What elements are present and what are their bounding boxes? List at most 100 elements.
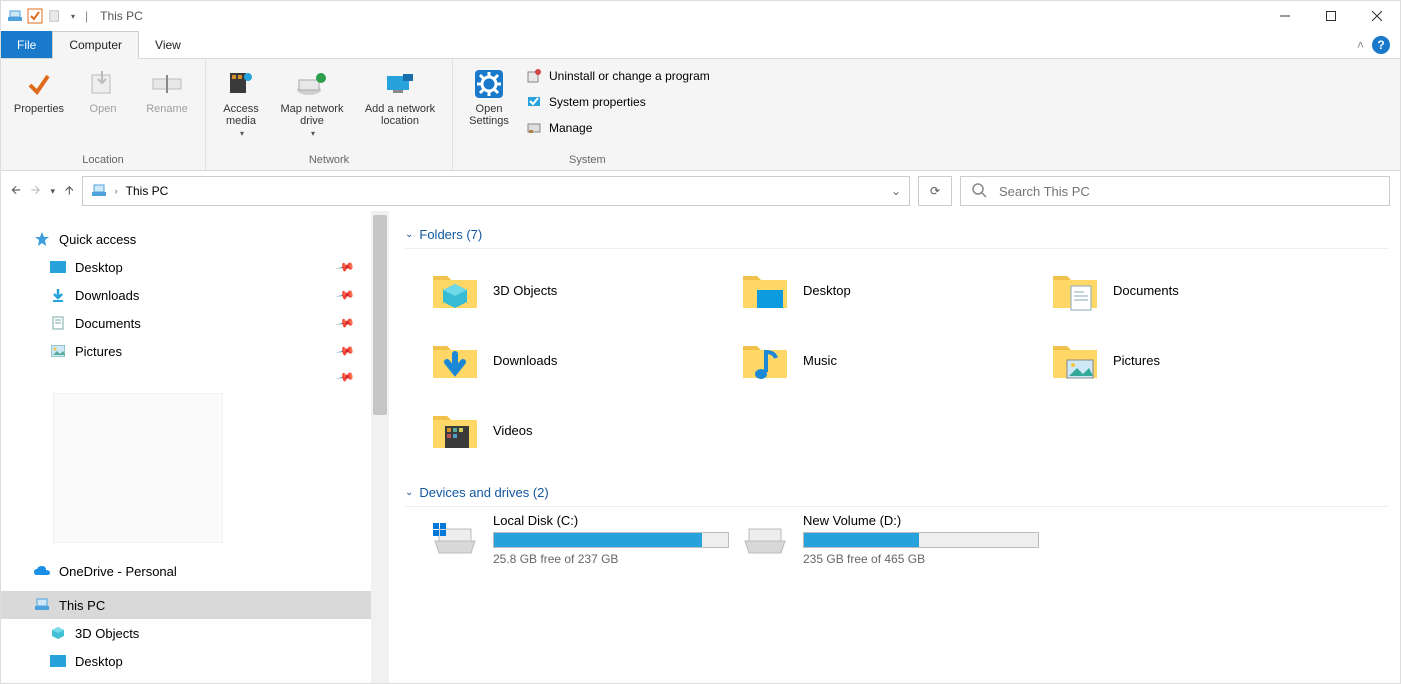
- nav-desktop[interactable]: Desktop 📌: [25, 253, 381, 281]
- uninstall-program-button[interactable]: Uninstall or change a program: [521, 65, 714, 87]
- rename-button[interactable]: Rename: [137, 63, 197, 152]
- folder-music[interactable]: Music: [741, 325, 1051, 395]
- folder-desktop[interactable]: Desktop: [741, 255, 1051, 325]
- app-icon: [7, 8, 23, 24]
- body: Quick access Desktop 📌 Downloads 📌 Docum…: [1, 211, 1400, 683]
- drive-c[interactable]: Local Disk (C:) 25.8 GB free of 237 GB: [431, 513, 741, 566]
- folder-icon-desktop: [741, 266, 789, 314]
- system-properties-button[interactable]: System properties: [521, 91, 714, 113]
- pin-icon: 📌: [335, 257, 355, 277]
- folder-3d-objects[interactable]: 3D Objects: [431, 255, 741, 325]
- chevron-down-icon: ⌄: [405, 229, 413, 240]
- search-box[interactable]: [960, 176, 1390, 206]
- addr-dropdown-icon[interactable]: ⌄: [891, 184, 901, 198]
- manage-button[interactable]: Manage: [521, 117, 714, 139]
- onedrive-icon: [33, 563, 51, 579]
- tab-computer[interactable]: Computer: [52, 31, 139, 59]
- folder-icon-downloads: [431, 336, 479, 384]
- section-folders[interactable]: ⌄ Folders (7): [405, 221, 1388, 249]
- section-drives[interactable]: ⌄ Devices and drives (2): [405, 479, 1388, 507]
- folder-videos[interactable]: Videos: [431, 395, 741, 465]
- folder-icon-pictures: [1051, 336, 1099, 384]
- settings-gear-icon: [472, 67, 506, 101]
- nav-downloads[interactable]: Downloads 📌: [25, 281, 381, 309]
- map-network-drive-button[interactable]: Map network drive▾: [272, 63, 352, 152]
- pc-icon: [33, 597, 51, 613]
- maximize-button[interactable]: [1308, 1, 1354, 31]
- pin-icon: 📌: [335, 367, 355, 387]
- qat-properties-icon[interactable]: [27, 8, 43, 24]
- folder-icon-videos: [431, 406, 479, 454]
- nav-row: 🡨 🡪 ▾ 🡩 › This PC ⌄ ⟳: [1, 171, 1400, 211]
- folder-downloads[interactable]: Downloads: [431, 325, 741, 395]
- nav-desktop-2[interactable]: Desktop: [25, 647, 381, 675]
- caret-icon: ▾: [240, 129, 244, 138]
- nav-3d-objects[interactable]: 3D Objects: [25, 619, 381, 647]
- drive-c-info: Local Disk (C:) 25.8 GB free of 237 GB: [493, 513, 729, 566]
- help-icon[interactable]: ?: [1372, 36, 1390, 54]
- nav-scroll-thumb[interactable]: [373, 215, 387, 415]
- sysprops-icon: [525, 93, 543, 111]
- rename-icon: [150, 67, 184, 101]
- search-input[interactable]: [997, 183, 1379, 200]
- open-button[interactable]: Open: [73, 63, 133, 152]
- drives-grid: Local Disk (C:) 25.8 GB free of 237 GB N…: [405, 507, 1388, 566]
- properties-icon: [22, 67, 56, 101]
- nav-pictures[interactable]: Pictures 📌: [25, 337, 381, 365]
- nav-documents[interactable]: Documents 📌: [25, 309, 381, 337]
- folders-grid: 3D Objects Desktop Documents Downloads M…: [405, 249, 1388, 479]
- properties-button[interactable]: Properties: [9, 63, 69, 152]
- drive-d[interactable]: New Volume (D:) 235 GB free of 465 GB: [741, 513, 1051, 566]
- addr-pc-icon: [91, 183, 107, 199]
- nav-forward-button[interactable]: 🡪: [31, 181, 41, 202]
- breadcrumb-thispc[interactable]: This PC: [126, 184, 169, 198]
- qat-dropdown-icon[interactable]: ▾: [67, 12, 79, 21]
- desktop-icon: [49, 259, 67, 275]
- nav-back-button[interactable]: 🡨: [11, 181, 21, 202]
- titlebar-left: ▾ | This PC: [7, 8, 143, 24]
- nav-scrollbar[interactable]: [371, 211, 389, 683]
- nav-onedrive[interactable]: OneDrive - Personal: [25, 557, 381, 585]
- nav-arrows: 🡨 🡪 ▾ 🡩: [11, 181, 74, 202]
- close-button[interactable]: [1354, 1, 1400, 31]
- usage-fill-d: [804, 533, 919, 547]
- usage-fill-c: [494, 533, 702, 547]
- ribbon-tabs: File Computer View ˄ ?: [1, 31, 1400, 59]
- addr-chevron-icon[interactable]: ›: [115, 186, 118, 196]
- nav-tree: Quick access Desktop 📌 Downloads 📌 Docum…: [1, 211, 389, 683]
- open-settings-button[interactable]: Open Settings: [461, 63, 517, 152]
- nav-this-pc[interactable]: This PC: [1, 591, 381, 619]
- nav-quick-access[interactable]: Quick access: [25, 225, 381, 253]
- ribbon-right: ˄ ?: [1357, 31, 1400, 58]
- refresh-button[interactable]: ⟳: [918, 176, 952, 206]
- nav-recent-dropdown[interactable]: ▾: [51, 186, 56, 197]
- folder-documents[interactable]: Documents: [1051, 255, 1361, 325]
- titlebar-separator: |: [85, 9, 88, 23]
- folder-icon-music: [741, 336, 789, 384]
- group-label-location: Location: [82, 152, 124, 170]
- qat-newfolder-icon[interactable]: [47, 8, 63, 24]
- tab-file[interactable]: File: [1, 31, 52, 58]
- chevron-down-icon: ⌄: [405, 487, 413, 498]
- tab-view[interactable]: View: [139, 31, 197, 58]
- cube-icon: [49, 625, 67, 641]
- group-label-system: System: [569, 152, 606, 170]
- address-bar[interactable]: › This PC ⌄: [82, 176, 910, 206]
- titlebar: ▾ | This PC: [1, 1, 1400, 31]
- nav-extra-pinned[interactable]: 📌: [25, 365, 381, 389]
- folder-pictures[interactable]: Pictures: [1051, 325, 1361, 395]
- minimize-button[interactable]: [1262, 1, 1308, 31]
- access-media-button[interactable]: Access media▾: [214, 63, 268, 152]
- ribbon-collapse-icon[interactable]: ˄: [1357, 38, 1364, 52]
- navigation-pane: Quick access Desktop 📌 Downloads 📌 Docum…: [1, 211, 389, 683]
- downloads-icon: [49, 287, 67, 303]
- explorer-window: ▾ | This PC File Computer View ˄ ? Prope…: [0, 0, 1401, 684]
- open-icon: [86, 67, 120, 101]
- window-title: This PC: [100, 9, 143, 23]
- nav-up-button[interactable]: 🡩: [65, 181, 74, 202]
- uninstall-icon: [525, 67, 543, 85]
- add-network-location-button[interactable]: Add a network location: [356, 63, 444, 152]
- pin-icon: 📌: [335, 313, 355, 333]
- usage-bar-c: [493, 532, 729, 548]
- folder-icon-3d: [431, 266, 479, 314]
